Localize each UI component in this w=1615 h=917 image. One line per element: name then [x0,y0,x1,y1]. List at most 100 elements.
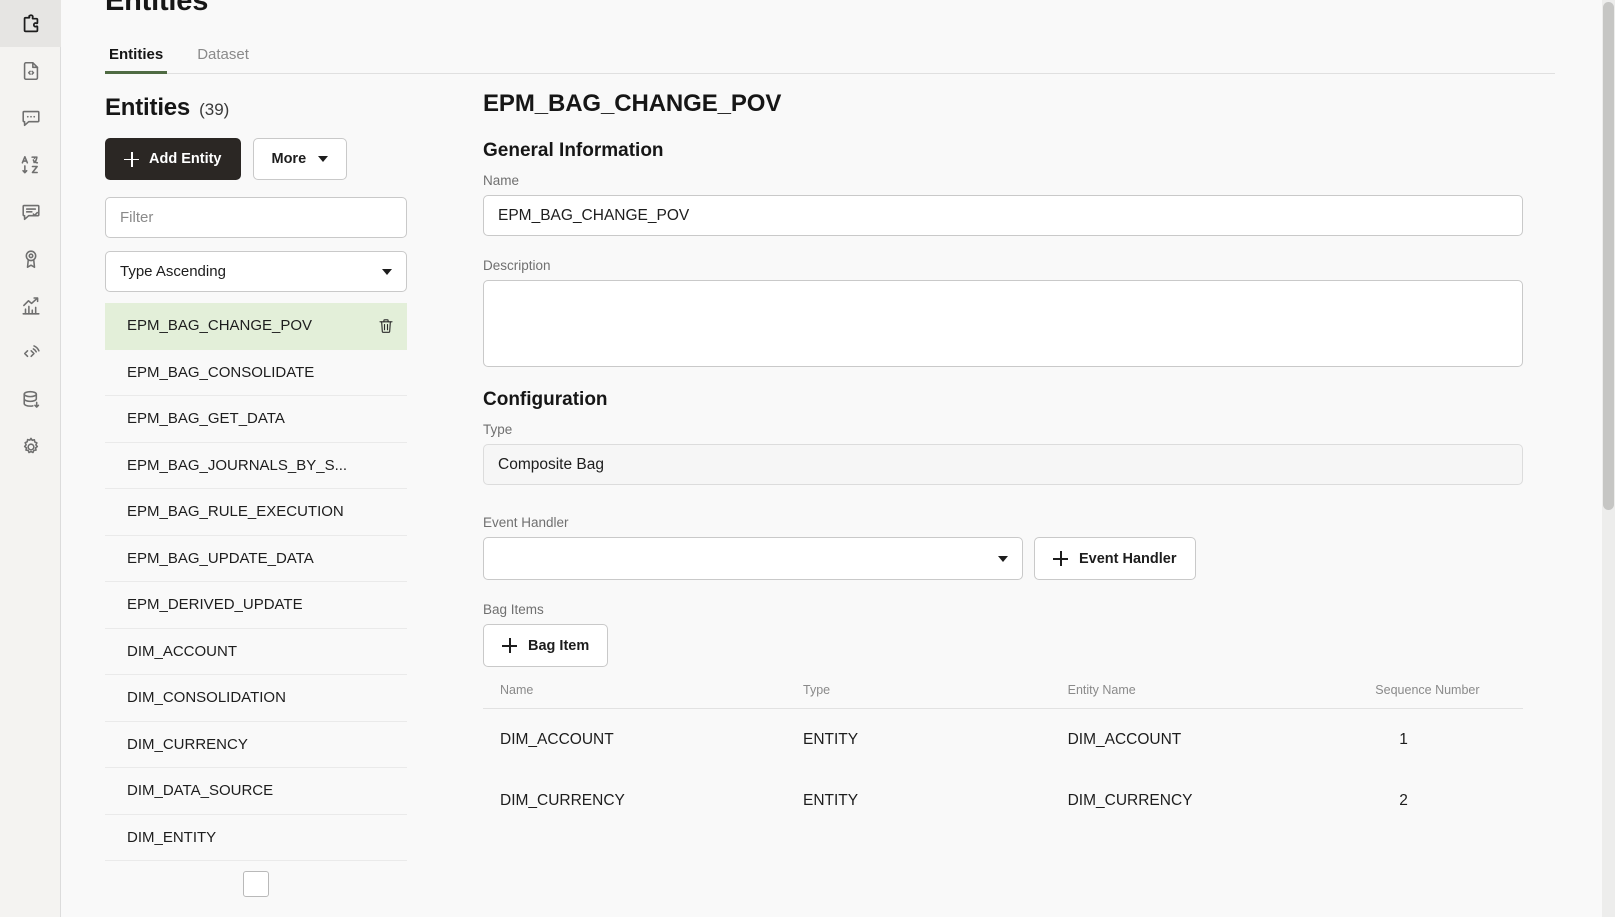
event-handler-row: Event Handler [483,537,1523,580]
list-item[interactable]: EPM_BAG_UPDATE_DATA [105,536,407,583]
detail-title: EPM_BAG_CHANGE_POV [483,90,1523,118]
event-handler-select[interactable] [483,537,1023,580]
entity-name: EPM_BAG_RULE_EXECUTION [127,503,344,520]
entity-detail-pane: EPM_BAG_CHANGE_POV General Information N… [446,86,1615,917]
list-item[interactable]: DIM_DATA_SOURCE [105,768,407,815]
chat-check-icon [20,201,42,223]
sort-select[interactable]: Type Ascending [105,251,407,292]
cell-sequence-number: 1 [1375,709,1523,771]
pagination-control[interactable] [105,861,407,897]
list-item[interactable]: DIM_CURRENCY [105,722,407,769]
sidebar-item-conversation[interactable] [0,94,61,141]
cell-sequence-number: 2 [1375,770,1523,831]
translate-icon [20,154,42,176]
page-number-box[interactable] [243,871,269,897]
entity-list-heading: Entities [105,94,190,122]
description-field-label: Description [483,258,1523,273]
type-field: Composite Bag [483,444,1523,485]
bag-items-label: Bag Items [483,602,1523,617]
page-scrollbar[interactable] [1602,0,1615,917]
entity-name: DIM_ACCOUNT [127,643,237,660]
page-title: Entities [105,0,1585,16]
table-row[interactable]: DIM_ACCOUNT ENTITY DIM_ACCOUNT 1 [483,709,1523,771]
chat-bubble-icon [20,107,42,129]
tab-entities[interactable]: Entities [105,46,167,73]
more-button[interactable]: More [253,138,348,180]
left-icon-rail [0,0,61,917]
list-item[interactable]: EPM_BAG_CHANGE_POV [105,303,407,350]
chevron-down-icon [318,156,328,162]
sidebar-item-data-export[interactable] [0,376,61,423]
badge-icon [20,248,42,270]
sidebar-item-source-file[interactable] [0,47,61,94]
list-item[interactable]: DIM_ACCOUNT [105,629,407,676]
database-download-icon [20,389,42,411]
name-field[interactable]: EPM_BAG_CHANGE_POV [483,195,1523,236]
column-header-entity-name: Entity Name [1068,683,1376,709]
cell-name: DIM_CURRENCY [483,770,803,831]
cell-name: DIM_ACCOUNT [483,709,803,771]
cell-entity-name: DIM_ACCOUNT [1068,709,1376,771]
add-entity-button[interactable]: Add Entity [105,138,241,180]
scrollbar-thumb[interactable] [1603,2,1614,510]
plus-icon [124,152,139,167]
plus-icon [1053,551,1068,566]
main-content: Entities Entities Dataset Entities (39) … [61,0,1615,917]
column-header-type: Type [803,683,1068,709]
add-bag-item-button[interactable]: Bag Item [483,624,608,667]
add-event-handler-button[interactable]: Event Handler [1034,537,1196,580]
general-information-heading: General Information [483,140,1523,162]
add-entity-label: Add Entity [149,151,222,167]
table-header-row: Name Type Entity Name Sequence Number [483,683,1523,709]
cell-entity-name: DIM_CURRENCY [1068,770,1376,831]
bag-items-table: Name Type Entity Name Sequence Number DI… [483,683,1523,831]
table-row[interactable]: DIM_CURRENCY ENTITY DIM_CURRENCY 2 [483,770,1523,831]
sidebar-item-insights[interactable] [0,282,61,329]
list-item[interactable]: EPM_DERIVED_UPDATE [105,582,407,629]
bag-items-table-head: Name Type Entity Name Sequence Number [483,683,1523,709]
sidebar-item-validation[interactable] [0,188,61,235]
event-handler-field-label: Event Handler [483,515,1523,530]
list-item[interactable]: EPM_BAG_CONSOLIDATE [105,350,407,397]
configuration-heading: Configuration [483,389,1523,411]
description-field[interactable] [483,280,1523,367]
entity-name: DIM_CURRENCY [127,736,248,753]
chevron-down-icon [998,556,1008,562]
api-code-icon [20,342,42,364]
cell-type: ENTITY [803,770,1068,831]
list-item[interactable]: EPM_BAG_GET_DATA [105,396,407,443]
add-bag-item-label: Bag Item [528,638,589,654]
list-item[interactable]: DIM_ENTITY [105,815,407,862]
sidebar-item-api[interactable] [0,329,61,376]
file-code-icon [20,60,42,82]
list-item[interactable]: EPM_BAG_RULE_EXECUTION [105,489,407,536]
trash-icon[interactable] [377,317,395,335]
entity-name: DIM_DATA_SOURCE [127,782,273,799]
list-item[interactable]: EPM_BAG_JOURNALS_BY_S... [105,443,407,490]
type-field-label: Type [483,422,1523,437]
plus-icon [502,638,517,653]
entity-name: EPM_BAG_JOURNALS_BY_S... [127,457,347,474]
entity-name: EPM_BAG_UPDATE_DATA [127,550,314,567]
column-header-sequence-number: Sequence Number [1375,683,1523,709]
panes: Entities (39) Add Entity More Type Asc [61,86,1615,917]
entity-name: EPM_DERIVED_UPDATE [127,596,303,613]
sidebar-item-settings[interactable] [0,423,61,470]
chevron-down-icon [382,269,392,275]
entity-list: EPM_BAG_CHANGE_POV EPM_BAG_CONSOLIDATE E… [105,303,407,861]
entity-list-header: Entities (39) [105,86,446,122]
tab-dataset[interactable]: Dataset [193,46,253,73]
gear-icon [20,436,42,458]
sidebar-item-translations[interactable] [0,141,61,188]
sidebar-item-quality[interactable] [0,235,61,282]
entity-action-buttons: Add Entity More [105,138,446,180]
entity-list-pane: Entities (39) Add Entity More Type Asc [61,86,446,917]
bag-items-table-body: DIM_ACCOUNT ENTITY DIM_ACCOUNT 1 DIM_CUR… [483,709,1523,832]
list-item[interactable]: DIM_CONSOLIDATION [105,675,407,722]
entity-name: EPM_BAG_CONSOLIDATE [127,364,314,381]
filter-input[interactable] [105,197,407,238]
sidebar-item-extensions[interactable] [0,0,61,47]
entity-name: DIM_CONSOLIDATION [127,689,286,706]
tab-bar: Entities Dataset [105,38,1555,74]
add-event-handler-label: Event Handler [1079,551,1177,567]
